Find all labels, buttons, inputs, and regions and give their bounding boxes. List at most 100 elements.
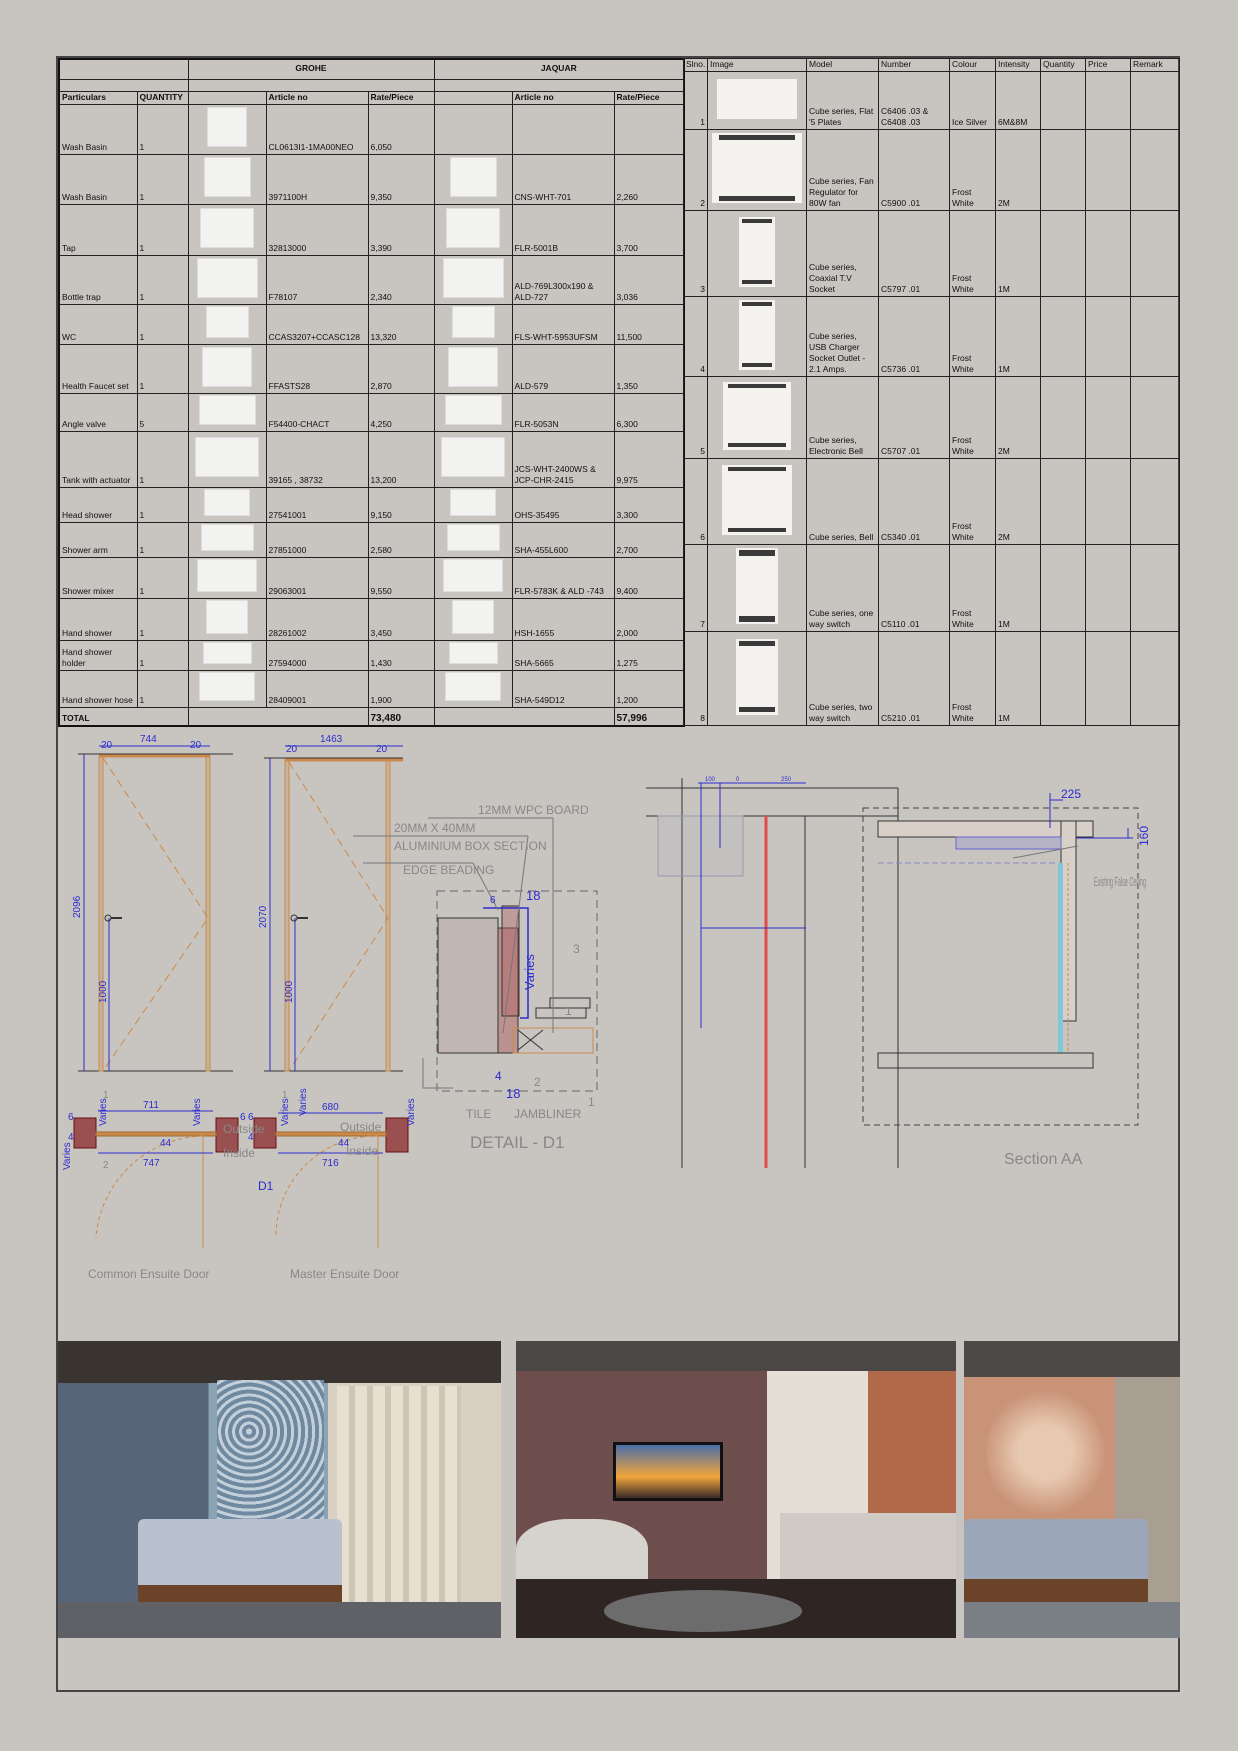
section-aa-drawing [862, 793, 1139, 1126]
quantity: 1 [136, 486, 189, 523]
switch-plate-image [717, 78, 797, 119]
cell-empty [1085, 129, 1131, 211]
common-door-title: Common Ensuite Door [88, 1267, 209, 1280]
grohe-article: 3971100H [265, 153, 369, 205]
section-aa-title: Section AA [1004, 1151, 1083, 1168]
grohe-image [187, 303, 267, 345]
product-image [448, 346, 499, 387]
cell-empty [1040, 631, 1086, 726]
jaquar-article: FLR-5783K & ALD -743 [511, 556, 615, 599]
label-aluminium-box: ALUMINIUM BOX SECTION [394, 839, 547, 853]
tag-2: 2 [103, 1160, 109, 1171]
grohe-rate: 9,350 [367, 153, 435, 205]
quantity: 1 [136, 639, 189, 671]
grohe-article: 29063001 [265, 556, 369, 599]
table-row: 8 Cube series, two way switch C5210 .01 Fro… [683, 631, 1180, 726]
cell-empty [1130, 376, 1180, 459]
jaquar-rate: 1,275 [613, 639, 685, 671]
jaquar-rate: 1,200 [613, 669, 685, 708]
product-image [451, 306, 495, 338]
cell-intensity: 2M [995, 458, 1041, 545]
grohe-article: 28261002 [265, 597, 369, 641]
jaquar-article: HSH-1655 [511, 597, 615, 641]
jaquar-image [433, 430, 513, 488]
product-image [443, 559, 504, 592]
dim-varies: Varies [406, 1098, 417, 1126]
label-existing-false-ceiling: Existing False Ceiling [1094, 874, 1146, 889]
ac-recess-detail [646, 778, 899, 1168]
grohe-article: 28409001 [265, 669, 369, 708]
detail-d1-title: DETAIL - D1 [470, 1133, 564, 1152]
header-number: Number [878, 58, 950, 72]
cell-image [707, 376, 807, 459]
table-row: Wash Basin 1 CL0613I1-1MA00NEO 6,050 [58, 103, 685, 155]
table-row: Hand shower holder 1 27594000 1,430 SHA-5665… [58, 639, 685, 671]
tag-1: 1 [588, 1095, 595, 1109]
dim-clear: 680 [322, 1102, 339, 1113]
cell-empty [1085, 296, 1131, 377]
grohe-rate: 9,150 [367, 486, 435, 523]
header-grohe-article: Article no [265, 90, 369, 105]
item-name: Wash Basin [58, 153, 138, 205]
jaquar-rate: 9,400 [613, 556, 685, 599]
jaquar-image [433, 556, 513, 599]
product-image [200, 524, 254, 551]
cell-intensity: 1M [995, 210, 1041, 297]
dim-225: 225 [1061, 787, 1081, 801]
cell-empty [1040, 544, 1086, 632]
cell-image [707, 296, 807, 377]
item-name: Hand shower holder [58, 639, 138, 671]
item-name: Health Faucet set [58, 343, 138, 394]
jaquar-article: SHA-455L600 [511, 521, 615, 558]
grohe-image [187, 597, 267, 641]
grohe-rate: 6,050 [367, 103, 435, 155]
cell-empty [1085, 376, 1131, 459]
cell-number: C5110 .01 [878, 544, 950, 632]
dim-160: 160 [1137, 826, 1151, 846]
grohe-rate: 1,900 [367, 669, 435, 708]
dim-250: 250 [781, 777, 792, 783]
jaquar-article: FLR-5053N [511, 392, 615, 432]
cell-image [707, 129, 807, 211]
jaquar-rate: 11,500 [613, 303, 685, 345]
grohe-image [187, 343, 267, 394]
switch-plate-image [739, 299, 775, 370]
table-row: Bottle trap 1 F78107 2,340 ALD-769L300x190 &… [58, 254, 685, 305]
cell-image [707, 631, 807, 726]
cell-empty [1040, 71, 1086, 130]
product-image [204, 489, 250, 516]
table-row: Wash Basin 1 3971100H 9,350 CNS-WHT-701 2,260 [58, 153, 685, 205]
cell-image [707, 71, 807, 130]
cell-colour: Ice Silver [949, 71, 996, 130]
dim-overall: 716 [322, 1158, 339, 1169]
label-outside: Outside [223, 1122, 265, 1136]
grohe-rate: 2,340 [367, 254, 435, 305]
dim-master-width: 1463 [320, 734, 343, 745]
dim-master-height: 2070 [258, 905, 269, 928]
item-name: Shower arm [58, 521, 138, 558]
product-image [200, 207, 254, 248]
jaquar-rate: 3,700 [613, 203, 685, 256]
cell-colour: Frost White [949, 129, 996, 211]
quantity: 1 [136, 343, 189, 394]
table-row: Shower arm 1 27851000 2,580 SHA-455L600 2,700 [58, 521, 685, 558]
cell-image [707, 544, 807, 632]
cell-model: Cube series, Fan Regulator for 80W fan [806, 129, 879, 211]
grohe-article: 27594000 [265, 639, 369, 671]
switch-plate-image [722, 464, 792, 535]
quantity: 1 [136, 556, 189, 599]
brand-jaquar: JAQUAR [433, 58, 685, 80]
jaquar-rate [613, 103, 685, 155]
cell-image [707, 458, 807, 545]
grohe-total: 73,480 [367, 706, 435, 727]
jaquar-rate: 2,700 [613, 521, 685, 558]
label-jambliner: JAMBLINER [514, 1107, 582, 1121]
table-row: Shower mixer 1 29063001 9,550 FLR-5783K & AL… [58, 556, 685, 599]
jaquar-article: SHA-5665 [511, 639, 615, 671]
header-quantity: Quantity [1040, 58, 1086, 72]
grohe-image [187, 103, 267, 155]
header-particulars: Particulars [58, 90, 138, 105]
jaquar-image [433, 639, 513, 671]
cell-empty [1085, 544, 1131, 632]
jaquar-image [433, 303, 513, 345]
